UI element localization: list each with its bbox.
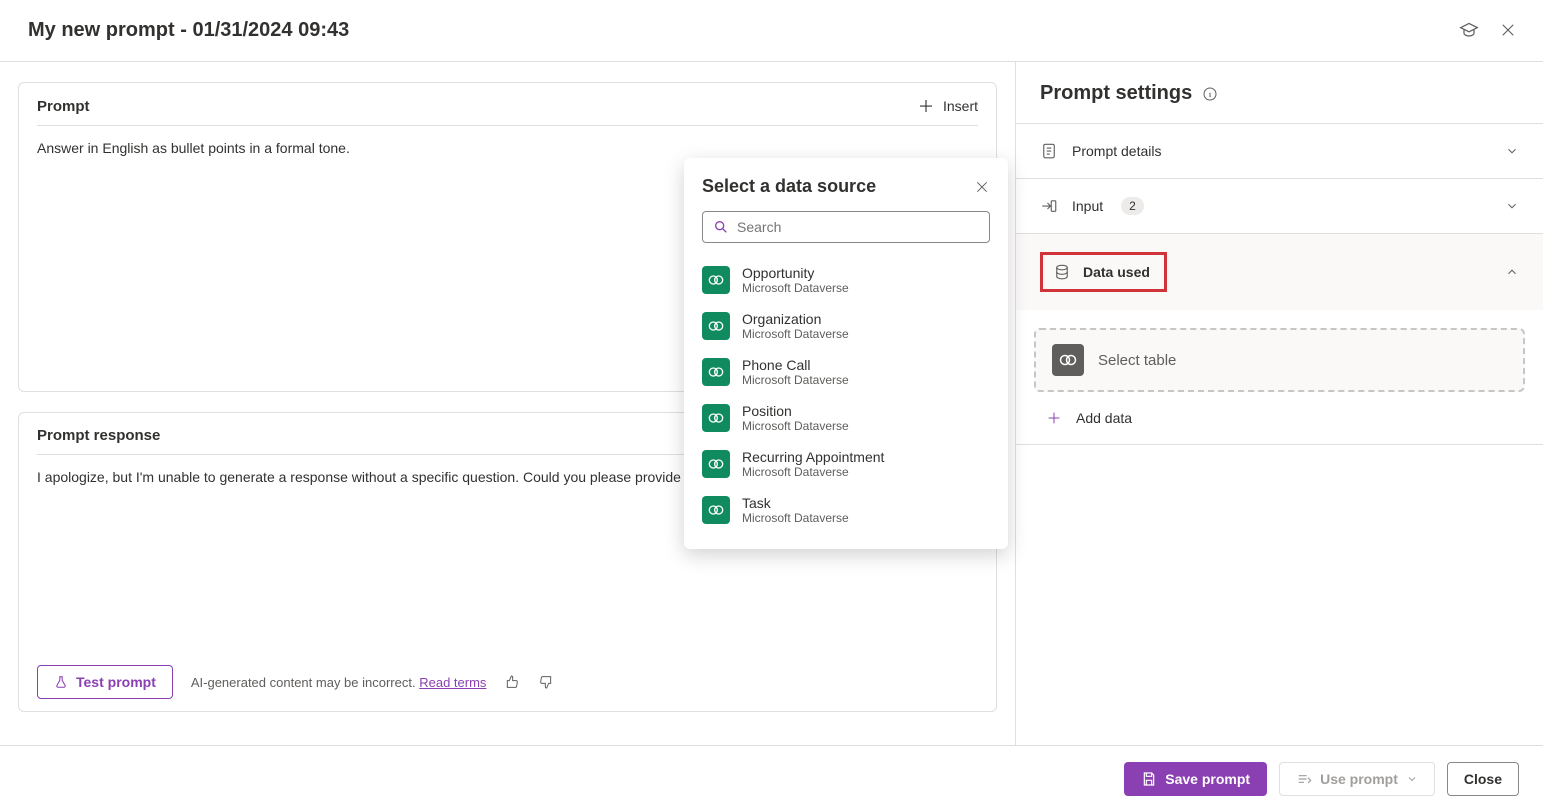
data-source-name: Recurring Appointment (742, 449, 884, 465)
save-prompt-button[interactable]: Save prompt (1124, 762, 1267, 796)
dataverse-icon (702, 496, 730, 524)
close-icon[interactable] (974, 179, 990, 195)
input-icon (1040, 197, 1058, 215)
header-actions (1459, 21, 1519, 41)
data-source-name: Phone Call (742, 357, 849, 373)
data-source-item[interactable]: Organization Microsoft Dataverse (684, 303, 1008, 349)
close-icon[interactable] (1499, 21, 1519, 41)
dataverse-icon (702, 404, 730, 432)
use-icon (1296, 771, 1312, 787)
divider (1016, 444, 1543, 445)
data-source-sub: Microsoft Dataverse (742, 281, 849, 295)
dataverse-icon (702, 266, 730, 294)
save-icon (1141, 771, 1157, 787)
data-source-name: Position (742, 403, 849, 419)
data-source-item[interactable]: Opportunity Microsoft Dataverse (684, 257, 1008, 303)
page-title: My new prompt - 01/31/2024 09:43 (28, 19, 349, 42)
use-prompt-button[interactable]: Use prompt (1279, 762, 1435, 796)
close-button[interactable]: Close (1447, 762, 1519, 796)
dataverse-icon (702, 358, 730, 386)
chevron-down-icon (1406, 773, 1418, 785)
data-source-sub: Microsoft Dataverse (742, 465, 884, 479)
response-title: Prompt response (37, 427, 160, 444)
data-source-sub: Microsoft Dataverse (742, 511, 849, 525)
settings-title: Prompt settings (1040, 82, 1192, 105)
search-field[interactable] (737, 219, 979, 235)
chevron-down-icon (1505, 144, 1519, 158)
data-source-sub: Microsoft Dataverse (742, 327, 849, 341)
search-icon (713, 219, 729, 235)
data-source-name: Task (742, 495, 849, 511)
ai-disclaimer: AI-generated content may be incorrect. R… (191, 675, 487, 690)
data-source-name: Organization (742, 311, 849, 327)
plus-icon (917, 97, 935, 115)
popover-title: Select a data source (702, 176, 876, 197)
setting-label: Prompt details (1072, 143, 1161, 159)
flask-icon (54, 675, 68, 689)
test-prompt-label: Test prompt (76, 674, 156, 690)
search-input[interactable] (702, 211, 990, 243)
test-prompt-button[interactable]: Test prompt (37, 665, 173, 699)
database-icon (1053, 263, 1071, 281)
prompt-title: Prompt (37, 98, 90, 115)
select-table-label: Select table (1098, 352, 1176, 369)
settings-sidebar: Prompt settings Prompt details Input 2 (1015, 62, 1543, 812)
data-source-sub: Microsoft Dataverse (742, 419, 849, 433)
learn-icon[interactable] (1459, 21, 1479, 41)
setting-label: Data used (1083, 264, 1150, 280)
data-source-popover: Select a data source Opportunity Microso… (684, 158, 1008, 549)
chevron-down-icon (1505, 199, 1519, 213)
data-source-text: Position Microsoft Dataverse (742, 403, 849, 433)
read-terms-link[interactable]: Read terms (419, 675, 486, 690)
plus-icon (1046, 410, 1062, 426)
insert-label: Insert (943, 98, 978, 114)
page-header: My new prompt - 01/31/2024 09:43 (0, 0, 1543, 62)
insert-button[interactable]: Insert (917, 97, 978, 115)
add-data-label: Add data (1076, 410, 1132, 426)
data-source-sub: Microsoft Dataverse (742, 373, 849, 387)
popover-header: Select a data source (684, 176, 1008, 211)
setting-prompt-details[interactable]: Prompt details (1016, 124, 1543, 178)
data-source-name: Opportunity (742, 265, 849, 281)
document-icon (1040, 142, 1058, 160)
data-source-item[interactable]: Position Microsoft Dataverse (684, 395, 1008, 441)
data-source-list: Opportunity Microsoft Dataverse Organiza… (684, 253, 1008, 537)
chevron-up-icon (1505, 265, 1519, 279)
thumbs-down-icon[interactable] (538, 674, 554, 690)
close-label: Close (1464, 771, 1502, 787)
dataverse-icon (702, 312, 730, 340)
save-label: Save prompt (1165, 771, 1250, 787)
use-label: Use prompt (1320, 771, 1398, 787)
add-data-button[interactable]: Add data (1016, 392, 1543, 444)
dataverse-icon (1052, 344, 1084, 376)
data-source-text: Opportunity Microsoft Dataverse (742, 265, 849, 295)
prompt-card-header: Prompt Insert (19, 83, 996, 125)
data-source-text: Task Microsoft Dataverse (742, 495, 849, 525)
data-source-text: Organization Microsoft Dataverse (742, 311, 849, 341)
data-source-text: Phone Call Microsoft Dataverse (742, 357, 849, 387)
data-source-item[interactable]: Recurring Appointment Microsoft Datavers… (684, 441, 1008, 487)
footer: Save prompt Use prompt Close (0, 745, 1543, 812)
data-source-item[interactable]: Task Microsoft Dataverse (684, 487, 1008, 533)
thumbs-up-icon[interactable] (504, 674, 520, 690)
info-icon[interactable] (1202, 86, 1218, 102)
response-footer: Test prompt AI-generated content may be … (19, 653, 996, 711)
setting-label: Input (1072, 198, 1103, 214)
select-table-button[interactable]: Select table (1034, 328, 1525, 392)
setting-data-used[interactable]: Data used (1016, 234, 1543, 310)
data-used-highlight: Data used (1040, 252, 1167, 292)
dataverse-icon (702, 450, 730, 478)
setting-input[interactable]: Input 2 (1016, 179, 1543, 233)
data-source-item[interactable]: Phone Call Microsoft Dataverse (684, 349, 1008, 395)
input-count-badge: 2 (1121, 197, 1144, 215)
sidebar-header: Prompt settings (1016, 62, 1543, 123)
data-source-text: Recurring Appointment Microsoft Datavers… (742, 449, 884, 479)
select-table-area: Select table (1016, 310, 1543, 392)
